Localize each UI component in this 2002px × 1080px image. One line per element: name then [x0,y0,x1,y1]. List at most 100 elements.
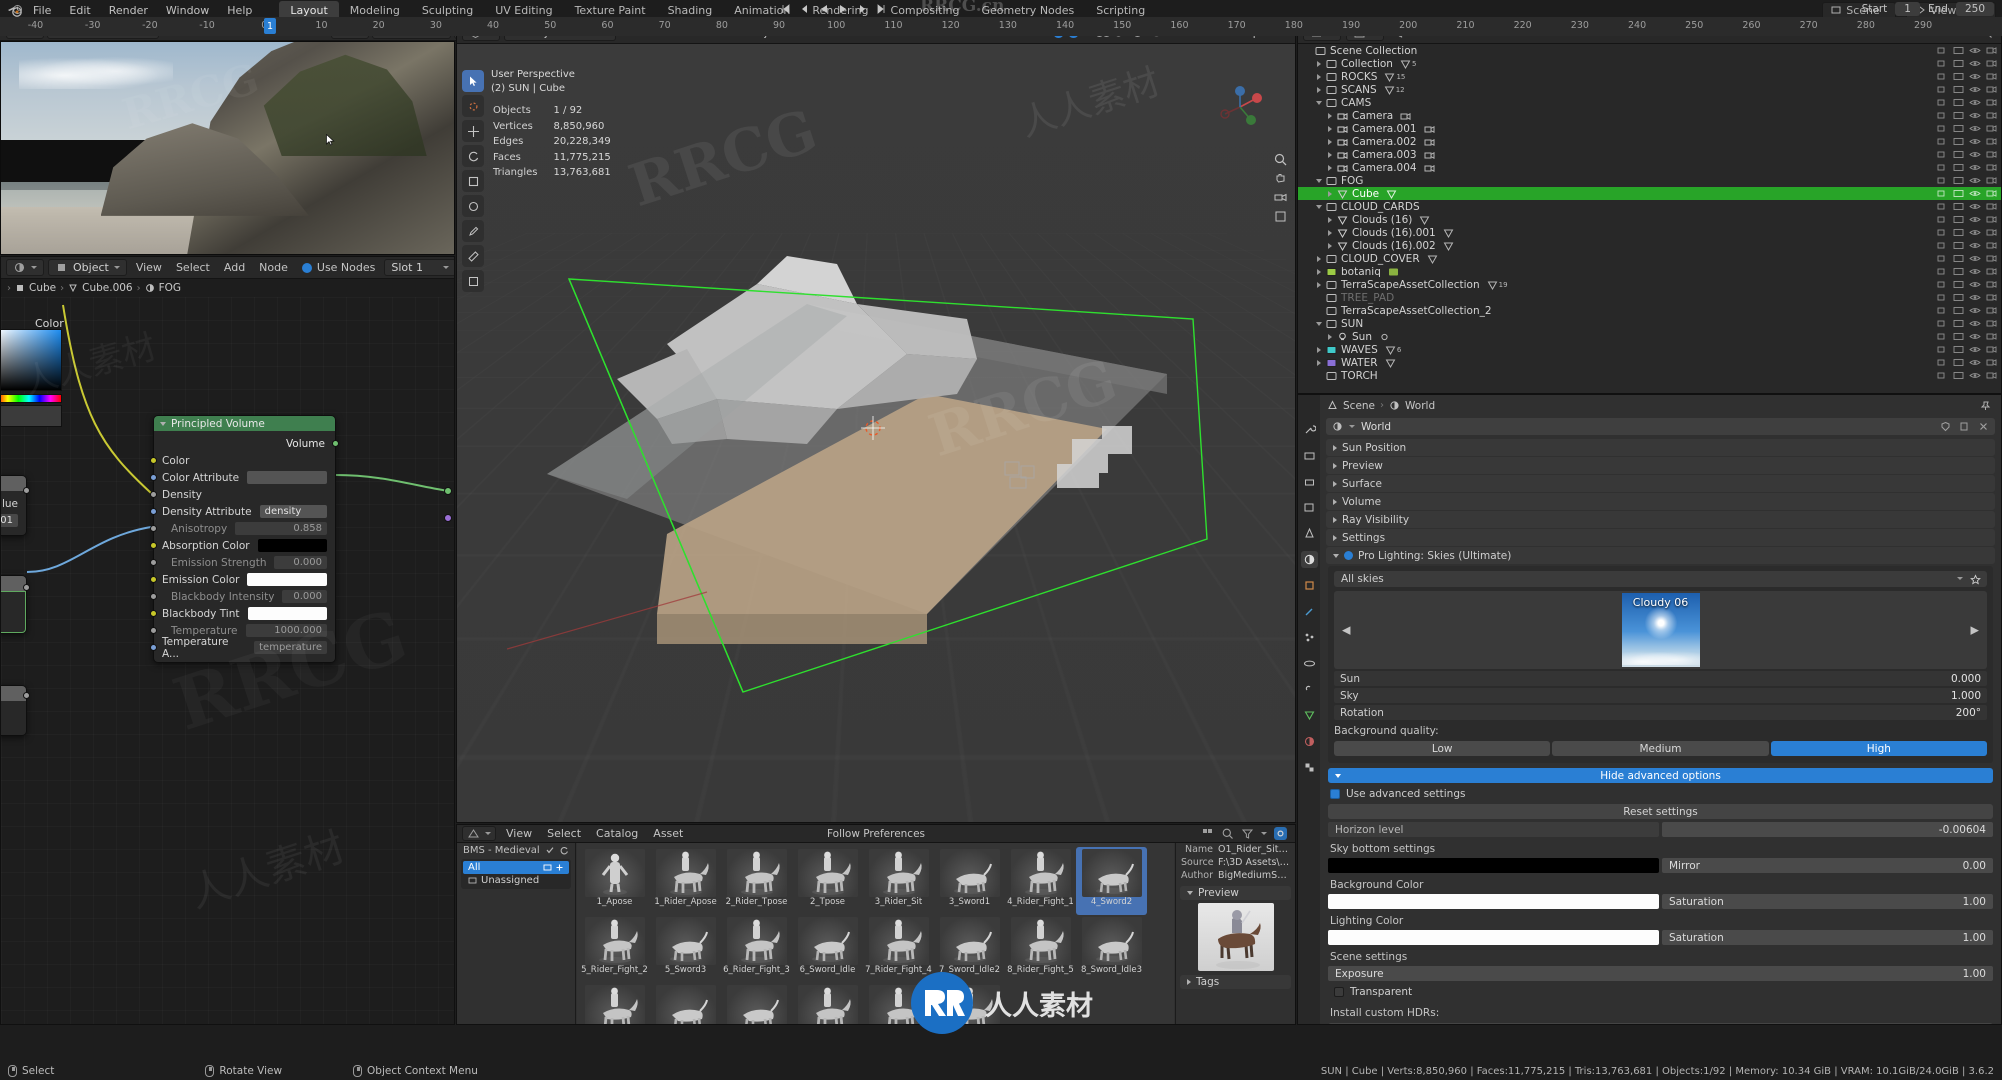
asset-library-row[interactable]: BMS - Medieval [457,843,575,857]
measure-tool[interactable] [462,245,484,267]
next-sky-button[interactable]: ▶ [1971,624,1979,637]
outliner-row-terrascapeassetcollection[interactable]: TerraScapeAssetCollection 19 [1298,278,2001,291]
disclosure-triangle-icon[interactable] [1315,85,1324,94]
outliner-row-camera-002[interactable]: Camera.002 [1298,135,2001,148]
crumb-scene[interactable]: Scene [1343,400,1375,412]
pv-field-color-attribute[interactable] [247,471,327,484]
outliner-row-tree-pad[interactable]: TREE_PAD [1298,291,2001,304]
outliner-restriction-toggles[interactable] [1937,200,1997,213]
asset-card[interactable]: 4_Sword2 [1076,847,1147,915]
disclosure-triangle-icon[interactable] [1326,124,1335,133]
outliner-row-camera-004[interactable]: Camera.004 [1298,161,2001,174]
outliner-row-sun[interactable]: Sun [1298,330,2001,343]
panel-preview[interactable]: Preview [1326,457,1995,474]
close-icon[interactable] [1978,421,1989,432]
quality-medium-button[interactable]: Medium [1552,741,1769,756]
node-menu-select[interactable]: Select [171,260,215,275]
disclosure-triangle-icon[interactable] [1315,72,1324,81]
node-menu-view[interactable]: View [131,260,167,275]
output-socket-shader[interactable] [444,514,452,522]
camera-view-icon[interactable] [1273,190,1288,205]
node-menu-node[interactable]: Node [254,260,293,275]
sky-param-sky[interactable]: Sky 1.000 [1334,688,1987,703]
disclosure-triangle-icon[interactable] [1326,111,1335,120]
asset-card[interactable]: 4_Rider_Fight_1 [1005,847,1076,915]
scale-tool[interactable] [462,170,484,192]
outliner-restriction-toggles[interactable] [1937,83,1997,96]
principled-volume-header[interactable]: Principled Volume [154,416,335,431]
outliner-row-badge[interactable]: 6 [1385,345,1401,355]
pv-swatch-blackbody-tint[interactable] [247,607,327,620]
reset-settings-button[interactable]: Reset settings [1328,804,1993,819]
breadcrumb-material[interactable]: FOG [159,282,181,294]
transparent-checkbox[interactable] [1334,987,1344,997]
jump-start-icon[interactable] [780,3,792,15]
tab-texture-properties[interactable] [1301,759,1318,776]
pv-row-temperature-attribute[interactable]: Temperature A... temperature [150,636,335,660]
outliner-restriction-toggles[interactable] [1937,239,1997,252]
horizon-level-field[interactable]: -0.00604 [1662,822,1993,837]
disclosure-triangle-icon[interactable] [1326,332,1335,341]
use-advanced-settings-row[interactable]: Use advanced settings [1330,788,2001,800]
outliner-tree[interactable]: Scene Collection Collection 5 ROCKS 15 SCANS 1… [1298,44,2001,393]
value-node-1[interactable]: Value Value 0.001 [1,475,30,536]
addon-enabled-checkbox[interactable] [1344,551,1353,560]
outliner-row-badge[interactable] [1388,267,1399,277]
outliner-row-badge[interactable]: 19 [1487,280,1508,290]
disclosure-triangle-icon[interactable] [1326,163,1335,172]
tab-tool-properties[interactable] [1301,421,1318,438]
outliner-row-botaniq[interactable]: botaniq [1298,265,2001,278]
asset-card[interactable]: 9_Sword_Idle4 [650,983,721,1024]
play-reverse-icon[interactable] [818,3,830,15]
cursor-tool[interactable] [462,95,484,117]
outliner-restriction-toggles[interactable] [1937,356,1997,369]
rotate-tool[interactable] [462,145,484,167]
sky-category-selector[interactable]: All skies [1334,571,1987,587]
tab-material-properties[interactable] [1301,733,1318,750]
disclosure-triangle-icon[interactable] [1326,137,1335,146]
pv-row-emission-strength[interactable]: Emission Strength 0.000 [150,554,335,571]
outliner-row-cube[interactable]: Cube [1298,187,2001,200]
slot-selector[interactable]: Slot 1 [384,259,454,276]
outliner-restriction-toggles[interactable] [1937,252,1997,265]
start-value[interactable]: 1 [1895,1,1920,16]
asset-card[interactable]: 2_Rider_Tpose [721,847,792,915]
node-canvas[interactable]: Color Value Value 0.001 [1,297,454,1024]
disclosure-triangle-icon[interactable] [1326,150,1335,159]
outliner-row-camera[interactable]: Camera [1298,109,2001,122]
value-node-1-value[interactable]: 0.001 [1,514,18,527]
outliner-restriction-toggles[interactable] [1937,278,1997,291]
outliner-row-badge[interactable]: 5 [1400,59,1416,69]
open-preferences-button[interactable]: Open preferences [1328,1023,1993,1024]
hue-slider[interactable] [1,394,62,403]
pv-field-temperature-attribute[interactable]: temperature [254,641,327,654]
asset-card[interactable]: 6_Rider_Fight_3 [721,915,792,983]
background-color-swatch[interactable] [1328,894,1659,909]
outliner-row-cloud-cover[interactable]: CLOUD_COVER [1298,252,2001,265]
outliner-restriction-toggles[interactable] [1937,369,1997,382]
tab-output-properties[interactable] [1301,473,1318,490]
breadcrumb-mesh[interactable]: Cube.006 [82,282,133,294]
asset-card[interactable]: 2_Tpose [792,847,863,915]
pv-field-anisotropy[interactable]: 0.858 [235,522,327,535]
use-advanced-checkbox[interactable] [1330,789,1340,799]
outliner-row-collection[interactable]: Collection 5 [1298,57,2001,70]
outliner-restriction-toggles[interactable] [1937,317,1997,330]
outliner-row-badge[interactable]: 15 [1384,72,1405,82]
tab-object-properties[interactable] [1301,577,1318,594]
outliner-row-scene-collection[interactable]: Scene Collection [1298,44,2001,57]
outliner-restriction-toggles[interactable] [1937,70,1997,83]
zoom-icon[interactable] [1273,152,1288,167]
outliner-row-badge[interactable] [1424,137,1435,147]
outliner-restriction-toggles[interactable] [1937,343,1997,356]
tab-view-layer-properties[interactable] [1301,499,1318,516]
outliner-row-badge[interactable] [1419,215,1430,225]
hide-advanced-options-button[interactable]: Hide advanced options [1328,768,1993,783]
drag-handle[interactable] [1975,444,1988,451]
ortho-perspective-icon[interactable] [1273,209,1288,224]
pv-swatch-emission-color[interactable] [247,573,327,586]
outliner-row-fog[interactable]: FOG [1298,174,2001,187]
asset-name-value[interactable]: O1_Rider_Sitting [1218,844,1290,855]
disclosure-triangle-icon[interactable] [1315,358,1324,367]
asset-card[interactable]: 9_Rider_Fight_6 [579,983,650,1024]
